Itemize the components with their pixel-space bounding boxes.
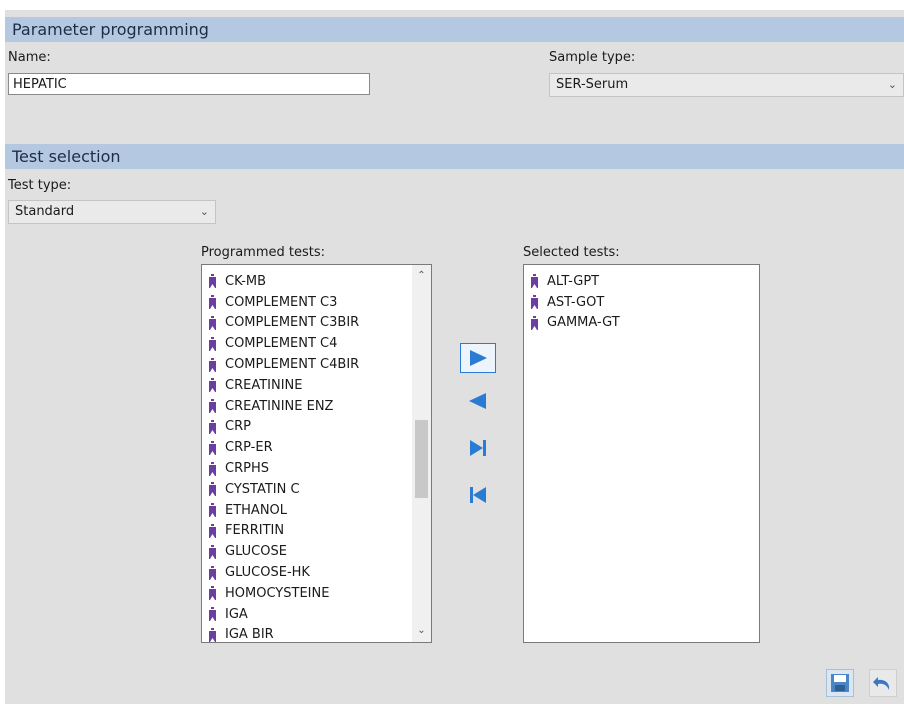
test-tube-icon <box>209 627 216 642</box>
test-tube-icon <box>209 336 216 351</box>
list-item[interactable]: AST-GOT <box>524 292 759 313</box>
list-item[interactable]: IGA BIR <box>202 625 414 643</box>
floppy-disk-icon <box>831 674 849 692</box>
test-tube-icon <box>209 440 216 455</box>
name-label: Name: <box>8 50 51 65</box>
test-selection-header: Test selection <box>5 144 904 169</box>
skip-first-icon <box>470 487 486 503</box>
test-tube-icon <box>209 461 216 476</box>
test-tube-icon <box>209 357 216 372</box>
chevron-down-icon: ⌄ <box>887 78 897 91</box>
list-item-label: ETHANOL <box>225 502 288 518</box>
triangle-right-icon <box>470 350 487 366</box>
add-test-button[interactable] <box>460 343 496 373</box>
list-item[interactable]: COMPLEMENT C4 <box>202 333 414 354</box>
list-item-label: CREATININE <box>225 377 303 393</box>
list-item[interactable]: CRP-ER <box>202 437 414 458</box>
scroll-thumb[interactable] <box>415 420 428 498</box>
list-item-label: COMPLEMENT C3 <box>225 294 338 310</box>
test-type-label: Test type: <box>8 178 72 193</box>
list-item-label: CRPHS <box>225 461 269 477</box>
skip-last-icon <box>470 440 486 456</box>
test-tube-icon <box>531 295 538 310</box>
list-item[interactable]: CREATININE <box>202 375 414 396</box>
scroll-down-icon[interactable]: ⌄ <box>412 622 431 640</box>
list-item[interactable]: COMPLEMENT C3 <box>202 292 414 313</box>
list-item-label: CRP-ER <box>225 440 273 456</box>
test-tube-icon <box>209 586 216 601</box>
list-item-label: IGA BIR <box>225 627 274 643</box>
selected-tests-list[interactable]: ALT-GPT AST-GOT GAMMA-GT <box>523 264 760 643</box>
undo-arrow-icon <box>873 677 890 690</box>
list-item-label: CYSTATIN C <box>225 481 300 497</box>
remove-test-button[interactable] <box>460 386 496 416</box>
test-tube-icon <box>209 274 216 289</box>
test-tube-icon <box>209 378 216 393</box>
list-item-label: HOMOCYSTEINE <box>225 585 330 601</box>
sample-type-value: SER-Serum <box>556 77 629 92</box>
list-item[interactable]: HOMOCYSTEINE <box>202 583 414 604</box>
parameter-programming-header: Parameter programming <box>5 17 904 42</box>
list-item[interactable]: ALT-GPT <box>524 271 759 292</box>
list-item-label: GAMMA-GT <box>547 315 620 331</box>
list-item[interactable]: GAMMA-GT <box>524 313 759 334</box>
test-tube-icon <box>209 503 216 518</box>
programmed-tests-label: Programmed tests: <box>201 245 326 260</box>
list-item-label: CK-MB <box>225 273 267 289</box>
scroll-up-icon[interactable]: ⌃ <box>412 267 431 285</box>
sample-type-label: Sample type: <box>549 50 636 65</box>
programmed-tests-list[interactable]: CK-MB COMPLEMENT C3 COMPLEMENT C3BIR COMPLE… <box>201 264 432 643</box>
programmed-tests-scrollbar[interactable]: ⌃ ⌄ <box>412 265 431 642</box>
sample-type-select[interactable]: SER-Serum ⌄ <box>549 73 904 97</box>
save-button[interactable] <box>826 669 854 697</box>
list-item-label: CRP <box>225 419 251 435</box>
list-item[interactable]: CRPHS <box>202 458 414 479</box>
list-item[interactable]: CK-MB <box>202 271 414 292</box>
list-item-label: FERRITIN <box>225 523 285 539</box>
list-item[interactable]: GLUCOSE <box>202 541 414 562</box>
name-input[interactable] <box>8 73 370 95</box>
selected-tests-label: Selected tests: <box>523 245 620 260</box>
remove-all-tests-button[interactable] <box>460 480 496 510</box>
list-item-label: ALT-GPT <box>547 273 600 289</box>
list-item-label: COMPLEMENT C4 <box>225 336 338 352</box>
test-tube-icon <box>209 419 216 434</box>
test-tube-icon <box>209 544 216 559</box>
test-tube-icon <box>209 565 216 580</box>
test-tube-icon <box>209 315 216 330</box>
triangle-left-icon <box>469 393 486 409</box>
list-item-label: GLUCOSE-HK <box>225 565 310 581</box>
test-tube-icon <box>531 315 538 330</box>
test-tube-icon <box>209 399 216 414</box>
chevron-down-icon: ⌄ <box>199 205 209 218</box>
test-tube-icon <box>531 274 538 289</box>
list-item[interactable]: IGA <box>202 604 414 625</box>
test-tube-icon <box>209 482 216 497</box>
list-item-label: CREATININE ENZ <box>225 398 334 414</box>
main-panel: Parameter programming Name: Sample type:… <box>5 10 904 704</box>
list-item[interactable]: ETHANOL <box>202 500 414 521</box>
test-type-select[interactable]: Standard ⌄ <box>8 200 216 224</box>
list-item[interactable]: COMPLEMENT C3BIR <box>202 313 414 334</box>
list-item[interactable]: FERRITIN <box>202 521 414 542</box>
list-item-label: COMPLEMENT C4BIR <box>225 357 360 373</box>
test-type-value: Standard <box>15 204 75 219</box>
undo-button[interactable] <box>869 669 897 697</box>
list-item[interactable]: CREATININE ENZ <box>202 396 414 417</box>
list-item[interactable]: GLUCOSE-HK <box>202 562 414 583</box>
list-item-label: GLUCOSE <box>225 544 287 560</box>
test-tube-icon <box>209 295 216 310</box>
list-item-label: IGA <box>225 606 248 622</box>
list-item-label: AST-GOT <box>547 294 605 310</box>
list-item[interactable]: CYSTATIN C <box>202 479 414 500</box>
list-item[interactable]: CRP <box>202 417 414 438</box>
test-tube-icon <box>209 523 216 538</box>
list-item-label: COMPLEMENT C3BIR <box>225 315 360 331</box>
add-all-tests-button[interactable] <box>460 433 496 463</box>
list-item[interactable]: COMPLEMENT C4BIR <box>202 354 414 375</box>
test-tube-icon <box>209 607 216 622</box>
